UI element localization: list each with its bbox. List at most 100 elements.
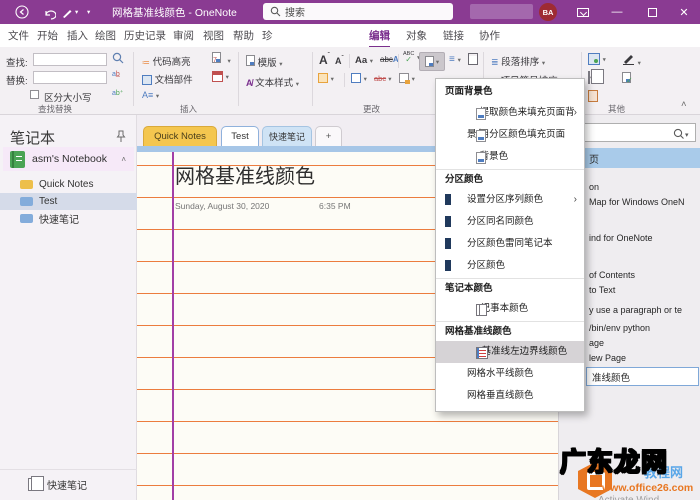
menu-item-extract-color[interactable]: 提取颜色来填充页面背景色› <box>436 102 584 124</box>
undo-icon[interactable] <box>43 7 56 25</box>
tab-insert[interactable]: 插入 <box>67 28 88 43</box>
menu-item-same-name-same-color[interactable]: 分区同名同颜色 <box>436 211 584 233</box>
page-list-item[interactable]: y use a paragraph or te <box>589 305 682 315</box>
text-lines-icon[interactable]: A≡ ▾ <box>142 90 159 101</box>
quick-access-dropdown-icon[interactable]: ▾ <box>87 8 90 16</box>
chevron-up-icon[interactable]: ˄ <box>121 155 126 164</box>
tab-file[interactable]: 文件 <box>8 28 29 43</box>
search-box[interactable]: 搜索 <box>263 3 453 20</box>
border-box-icon[interactable]: ▾ <box>351 73 367 84</box>
clipboard-icon[interactable] <box>588 90 598 102</box>
collapse-ribbon-button[interactable]: ˄ <box>681 99 687 110</box>
pen-tool-icon[interactable]: ▾ <box>622 53 641 68</box>
avatar[interactable]: BA <box>539 3 557 21</box>
strikethrough-icon[interactable]: abc ▾ <box>374 74 391 83</box>
shrink-font-button[interactable]: Aˇ <box>335 56 344 66</box>
current-page-item[interactable]: 准线颜色 <box>586 367 699 386</box>
notebook-row[interactable]: asm's Notebook ˄ <box>3 147 134 171</box>
paragraph-sort-button[interactable]: ≣ 段落排序 ▾ <box>491 54 545 68</box>
numbered-page-icon[interactable]: ▾ <box>318 73 334 84</box>
menu-item-notebook-color[interactable]: 记事本颜色 <box>436 298 584 320</box>
notebook-name: asm's Notebook <box>32 153 107 165</box>
code-highlight-button[interactable]: ≔ 代码高亮 <box>142 54 191 68</box>
find-search-icon[interactable] <box>112 52 124 67</box>
find-input[interactable] <box>33 53 107 66</box>
page-time: 6:35 PM <box>319 201 351 211</box>
replace-icon[interactable]: ab̲ <box>112 71 120 78</box>
tab-collab[interactable]: 协作 <box>479 28 500 43</box>
menu-item-fill-with-section-color[interactable]: 用分区颜色填充页面 <box>436 124 584 146</box>
page-tab-quick-notes[interactable]: Quick Notes <box>143 126 217 146</box>
spell-check-button[interactable]: ABC✓ ▾ <box>403 51 420 63</box>
tab-help[interactable]: 帮助 <box>233 28 254 43</box>
menu-header: 分区颜色 <box>436 169 584 189</box>
align-icon[interactable]: ≡ ▾ <box>449 54 461 65</box>
sidebar-section-test[interactable]: Test <box>0 193 137 210</box>
page-list-item[interactable]: to Text <box>589 285 615 295</box>
tab-view[interactable]: 视图 <box>203 28 224 43</box>
text-style-button[interactable]: A̸ 文本样式 ▾ <box>246 75 299 89</box>
menu-item-background-color[interactable]: 背景色 <box>436 146 584 168</box>
page-background-color-menu: 页面背景色 提取颜色来填充页面背景色› 用分区颜色填充页面 背景色 分区颜色 设… <box>435 78 585 412</box>
tab-review[interactable]: 审阅 <box>173 28 194 43</box>
copy-pages-icon[interactable]: ▾ <box>588 72 593 83</box>
pin-icon[interactable] <box>116 130 126 148</box>
maximize-button[interactable] <box>639 0 665 24</box>
date-picker-icon[interactable]: 7 ▾ <box>212 52 231 66</box>
menu-item-baseline-left-border-color[interactable]: 基准线左边界线颜色 <box>436 341 584 363</box>
change-group-label: 更改 <box>363 103 380 115</box>
page-list-item[interactable]: age <box>589 338 604 348</box>
tab-object[interactable]: 对象 <box>406 28 427 43</box>
menu-item-section-color-same-notebook[interactable]: 分区颜色雷同笔记本 <box>436 233 584 255</box>
doc-check-icon[interactable]: ✓ <box>622 72 638 86</box>
page-list-item[interactable]: Map for Windows OneN <box>589 197 685 207</box>
template-button[interactable]: 模版 ▾ <box>246 55 283 69</box>
menu-item-grid-horizontal-line-color[interactable]: 网格水平线颜色 <box>436 363 584 385</box>
page-list-item[interactable]: on <box>589 182 599 192</box>
menu-item-grid-vertical-line-color[interactable]: 网格垂直线颜色 <box>436 385 584 407</box>
clear-format-button[interactable]: abcA <box>380 55 399 64</box>
image-tool-icon[interactable]: ▾ <box>588 53 606 65</box>
page-tab-quick-notes-cn[interactable]: 快速笔记 <box>262 126 312 146</box>
flag-icon <box>445 194 451 205</box>
page-tab-test[interactable]: Test <box>221 126 259 146</box>
ribbon-display-options-button[interactable] <box>570 0 596 24</box>
page-list-item[interactable]: of Contents <box>589 270 635 280</box>
sidebar-section-quick-notes-cn[interactable]: 快速笔记 <box>0 210 137 227</box>
page-list-item[interactable]: ind for OneNote <box>589 233 653 243</box>
tab-history[interactable]: 历史记录 <box>124 28 166 43</box>
page-list-item[interactable]: /bin/env python <box>589 323 650 333</box>
add-page-tab[interactable]: + <box>315 126 342 146</box>
page-background-color-button[interactable]: ▾ <box>419 52 445 71</box>
checkbox-color-icon[interactable]: ▾ <box>399 73 415 84</box>
tab-edit[interactable]: 编辑 <box>369 28 390 48</box>
tab-home[interactable]: 开始 <box>37 28 58 43</box>
tab-zhen[interactable]: 珍 <box>262 28 273 43</box>
pen-icon[interactable] <box>61 6 73 24</box>
onenote-window: ▾ ▾ 网格基准线颜色 - OneNote 搜索 BA — ✕ 文件 开始 插入… <box>0 0 700 500</box>
menu-item-section-color[interactable]: 分区颜色 <box>436 255 584 277</box>
grow-font-button[interactable]: Aˆ <box>319 53 330 67</box>
submenu-arrow-icon: › <box>574 102 577 124</box>
minimize-button[interactable]: — <box>604 0 630 24</box>
case-sensitive-checkbox[interactable] <box>30 90 39 99</box>
sidebar-section-quick-notes[interactable]: Quick Notes <box>0 176 137 193</box>
document-parts-button[interactable]: 文档部件 <box>142 72 193 86</box>
font-style-button[interactable]: Aa ▾ <box>355 55 373 66</box>
user-name-redacted <box>470 4 533 19</box>
page-title[interactable]: 网格基准线颜色 <box>175 160 315 189</box>
replace-all-icon[interactable]: ab⁺ <box>112 89 124 97</box>
sidebar-footer-quick-notes[interactable]: 快速笔记 <box>28 477 87 492</box>
page-layout-icon[interactable] <box>468 53 478 65</box>
tab-draw[interactable]: 绘图 <box>95 28 116 43</box>
close-button[interactable]: ✕ <box>671 0 697 24</box>
back-icon[interactable] <box>15 5 29 24</box>
tab-link[interactable]: 链接 <box>443 28 464 43</box>
page-list-item[interactable]: lew Page <box>589 353 626 363</box>
maximize-icon <box>648 8 657 17</box>
insert-group-label: 插入 <box>180 103 197 115</box>
menu-item-set-section-sequence-color[interactable]: 设置分区序列颜色› <box>436 189 584 211</box>
pen-dropdown-icon[interactable]: ▾ <box>75 8 78 16</box>
calendar-icon[interactable]: ▾ <box>212 71 229 82</box>
replace-input[interactable] <box>33 71 107 84</box>
